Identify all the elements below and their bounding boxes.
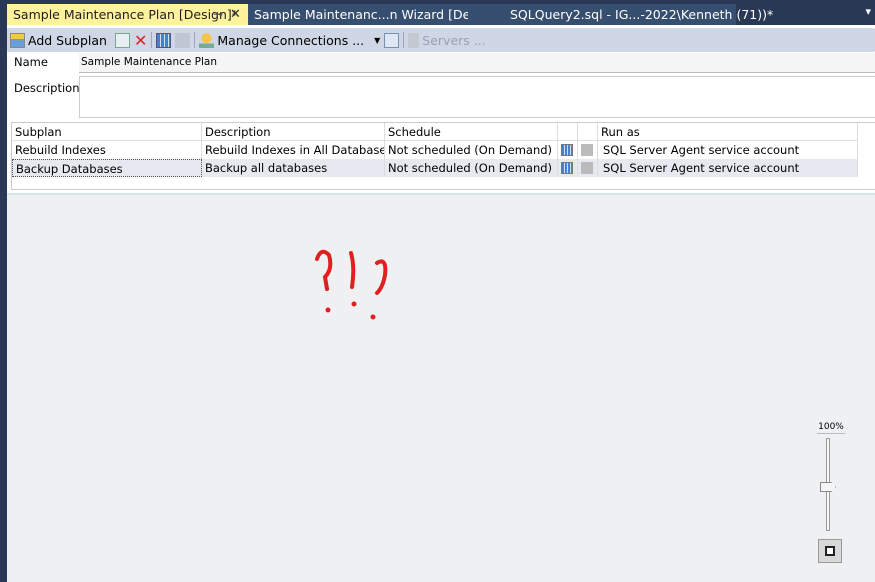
reporting-icon[interactable] xyxy=(384,32,400,48)
dropdown-arrow-icon[interactable]: ▼ xyxy=(374,36,380,45)
remove-schedule-icon xyxy=(581,144,593,156)
dot xyxy=(370,314,376,320)
fit-icon xyxy=(825,546,835,556)
calendar-icon xyxy=(561,162,573,174)
close-icon[interactable]: ✕ xyxy=(230,4,241,25)
cell-remove-schedule-button[interactable] xyxy=(578,141,598,159)
header-run-as[interactable]: Run as xyxy=(598,123,858,141)
calendar-icon xyxy=(561,144,573,156)
question-mark-stroke xyxy=(375,259,388,295)
description-field[interactable] xyxy=(79,76,875,118)
question-mark-stroke xyxy=(315,249,333,291)
header-subplan[interactable]: Subplan xyxy=(12,123,202,141)
tab-wizard-design[interactable]: Sample Maintenanc...n Wizard [Design] xyxy=(248,4,501,25)
handwritten-annotation xyxy=(315,249,388,320)
cell-subplan[interactable]: Rebuild Indexes xyxy=(12,141,202,159)
dot xyxy=(351,301,357,307)
cell-subplan[interactable]: Backup Databases xyxy=(12,159,202,177)
table-row-selected[interactable]: Backup Databases Backup all databases No… xyxy=(12,159,858,177)
toolbar: Add Subplan ✕ Manage Connections ... ▼ S… xyxy=(7,28,875,52)
exclamation-stroke xyxy=(349,251,356,289)
add-subplan-icon xyxy=(10,32,25,48)
remove-schedule-icon xyxy=(581,162,593,174)
remove-schedule-icon[interactable] xyxy=(175,32,191,48)
tab-label: SQLQuery2.sql - IG...-2022\Kenneth (71))… xyxy=(510,7,774,22)
edit-subplan-icon[interactable] xyxy=(114,32,130,48)
header-description[interactable]: Description xyxy=(202,123,385,141)
subplan-grid: Subplan Description Schedule Run as Rebu… xyxy=(11,122,875,190)
designer-frame: Add Subplan ✕ Manage Connections ... ▼ S… xyxy=(7,25,875,582)
zoom-level: 100% xyxy=(817,422,845,434)
zoom-slider-thumb[interactable] xyxy=(820,482,836,492)
cell-remove-schedule-button[interactable] xyxy=(578,159,598,177)
tab-label: Sample Maintenanc...n Wizard [Design] xyxy=(254,7,501,22)
tab-sqlquery[interactable]: SQLQuery2.sql - IG...-2022\Kenneth (71))… xyxy=(468,4,773,25)
cell-schedule: Not scheduled (On Demand) xyxy=(385,141,558,159)
cell-run-as[interactable]: SQL Server Agent service account xyxy=(598,141,858,159)
tab-maintenance-plan-design[interactable]: Sample Maintenance Plan [Design]* ⊸ ✕ xyxy=(7,4,248,25)
cell-schedule: Not scheduled (On Demand) xyxy=(385,159,558,177)
pin-icon[interactable]: ⊸ xyxy=(213,4,223,25)
zoom-to-fit-button[interactable] xyxy=(818,539,842,563)
connections-icon xyxy=(199,32,215,48)
table-row[interactable]: Rebuild Indexes Rebuild Indexes in All D… xyxy=(12,141,858,159)
document-tab-bar: Sample Maintenance Plan [Design]* ⊸ ✕ Sa… xyxy=(0,0,875,25)
grid-header: Subplan Description Schedule Run as xyxy=(12,123,858,141)
servers-icon xyxy=(408,32,420,48)
add-subplan-label: Add Subplan xyxy=(28,32,107,48)
cell-schedule-button[interactable] xyxy=(558,141,578,159)
cell-schedule-button[interactable] xyxy=(558,159,578,177)
cell-description[interactable]: Backup all databases xyxy=(202,159,385,177)
servers-label: Servers ... xyxy=(422,32,486,48)
dot xyxy=(325,307,331,313)
header-schedule[interactable]: Schedule xyxy=(385,123,558,141)
manage-connections-label: Manage Connections ... xyxy=(217,32,365,48)
delete-icon[interactable]: ✕ xyxy=(134,31,147,50)
tab-overflow-icon[interactable]: ▾ xyxy=(865,5,871,18)
design-canvas[interactable]: 100% xyxy=(7,193,875,582)
zoom-slider-track[interactable] xyxy=(817,438,845,533)
cell-description[interactable]: Rebuild Indexes in All Databases xyxy=(202,141,385,159)
description-label: Description xyxy=(14,81,80,95)
name-field[interactable]: Sample Maintenance Plan xyxy=(79,53,875,73)
tab-label: Sample Maintenance Plan [Design]* xyxy=(13,7,239,22)
separator xyxy=(194,32,196,48)
header-blank xyxy=(578,123,598,141)
add-subplan-button[interactable]: Add Subplan xyxy=(10,32,107,48)
manage-connections-button[interactable]: Manage Connections ... xyxy=(199,32,365,48)
separator xyxy=(151,32,153,48)
schedule-icon[interactable] xyxy=(156,32,172,48)
cell-run-as[interactable]: SQL Server Agent service account xyxy=(598,159,858,177)
separator xyxy=(403,32,405,48)
header-blank xyxy=(558,123,578,141)
zoom-control: 100% xyxy=(817,422,845,563)
name-label: Name xyxy=(14,55,48,69)
servers-button[interactable]: Servers ... xyxy=(408,32,486,48)
